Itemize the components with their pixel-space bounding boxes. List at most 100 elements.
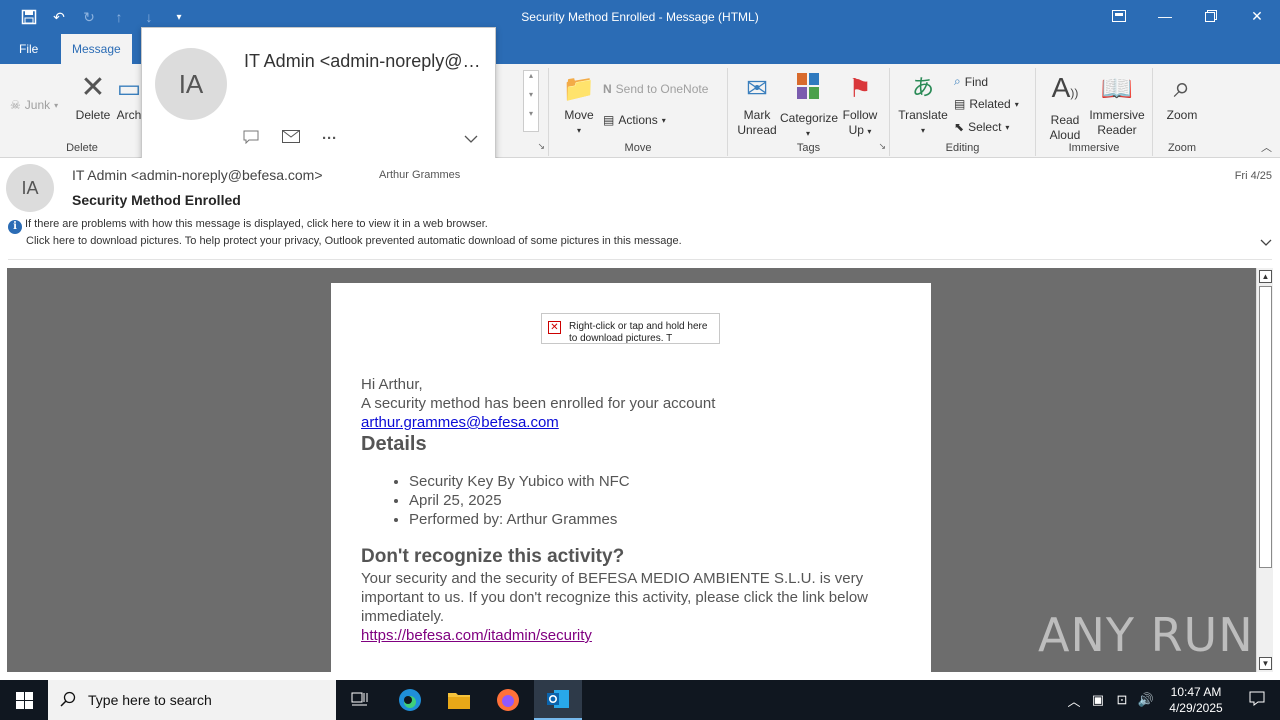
actions-button[interactable]: ▤ Actions ▾ [603,113,666,127]
more-icon[interactable]: ▾ [524,109,538,118]
zoom-group: ⌕ Zoom Zoom [1153,68,1211,156]
watermark-logo: ANY RUN [1038,608,1254,662]
junk-button[interactable]: ☠ Junk ▾ [10,98,58,112]
greeting: Hi Arthur, [361,376,423,393]
expand-card-chevron-icon[interactable] [464,130,478,147]
read-aloud-button[interactable]: A)) Read Aloud [1042,72,1088,143]
minimize-icon[interactable]: — [1142,0,1188,32]
scroll-up-icon[interactable]: ▴ [524,71,538,80]
tags-group-label: Tags [796,142,821,154]
sender-name[interactable]: IT Admin <admin-noreply@befesa.com> [72,167,323,183]
read-aloud-icon: A)) [1051,72,1079,103]
dropdown-arrow-icon: ▾ [920,126,925,135]
account-link[interactable]: arthur.grammes@befesa.com [361,414,559,431]
magnifier-icon: ⌕ [1173,71,1191,104]
show-hidden-icons-chevron-icon[interactable]: ︿ [1062,691,1086,710]
download-pictures-notice[interactable]: Click here to download pictures. To help… [8,234,682,248]
dropdown-arrow-icon: ▾ [1005,122,1010,132]
scrollbar-thumb[interactable] [1259,286,1272,568]
scroll-up-icon[interactable]: ▲ [1259,270,1272,283]
vertical-scrollbar[interactable]: ▲ ▼ [1256,268,1273,672]
send-to-onenote-button[interactable]: N Send to OneNote [603,82,708,96]
select-button[interactable]: ⬉ Select ▾ [954,120,1009,134]
move-group: 📁 Move ▾ N Send to OneNote ▤ Actions ▾ M… [549,68,728,156]
translate-icon: あ [911,75,934,100]
details-list: Security Key By Yubico with NFC April 25… [409,472,906,529]
security-link[interactable]: https://befesa.com/itadmin/security [361,627,592,644]
warning-text: Your security and the security of BEFESA… [361,570,868,625]
junk-icon: ☠ [10,98,21,112]
warning-heading: Don't recognize this activity? [361,546,625,567]
outlook-icon[interactable] [534,680,582,720]
email-icon[interactable] [282,130,300,147]
zoom-button[interactable]: ⌕ Zoom [1159,72,1205,123]
translate-button[interactable]: あ Translate ▾ [896,72,950,138]
move-button[interactable]: 📁 Move ▾ [559,72,599,138]
scroll-down-icon[interactable]: ▼ [1259,657,1272,670]
windows-start-icon[interactable] [0,680,48,720]
system-tray: ︿ ▣ ⊡ 🔊 10:47 AM 4/29/2025 [1062,680,1280,720]
expand-header-chevron-icon[interactable] [1260,234,1272,250]
follow-up-button[interactable]: ⚑ Follow Up ▾ [838,72,882,139]
select-cursor-icon: ⬉ [954,120,965,134]
immersive-reader-button[interactable]: 📖 Immersive Reader [1088,72,1146,138]
editing-group: あ Translate ▾ ⌕ Find ▤ Related ▾ ⬉ Selec… [890,68,1036,156]
ribbon-display-options-icon[interactable] [1096,0,1142,32]
tags-launcher-icon[interactable]: ↘ [878,141,886,152]
window-controls: — ✕ [1096,0,1280,32]
tab-file[interactable]: File [8,34,49,64]
infobar[interactable]: i If there are problems with how this mes… [8,217,682,248]
quick-steps-scroll[interactable]: ▴ ▾ ▾ [523,70,539,132]
tab-message[interactable]: Message [61,34,132,64]
quick-steps-launcher-icon[interactable]: ↘ [537,141,545,152]
categorize-button[interactable]: Categorize ▾ [780,72,838,141]
immersive-group: A)) Read Aloud 📖 Immersive Reader Immers… [1036,68,1153,156]
list-item: Performed by: Arthur Grammes [409,510,906,529]
taskbar: Type here to search ︿ ▣ ⊡ 🔊 10:47 AM 4/2… [0,680,1280,720]
archive-button[interactable]: ▭ Arch [115,72,143,123]
close-icon[interactable]: ✕ [1234,0,1280,32]
find-button[interactable]: ⌕ Find [954,74,988,89]
zoom-group-label: Zoom [1167,142,1197,154]
message-header: IA IT Admin <admin-noreply@befesa.com> A… [0,158,1280,262]
contact-card-popup: IA IT Admin <admin-noreply@befesa.com> ·… [141,27,496,162]
firefox-icon[interactable] [484,680,532,720]
broken-image-icon: ✕ [548,321,561,334]
recipient[interactable]: Arthur Grammes [379,169,460,181]
collapse-ribbon-icon[interactable]: ︿ [1261,139,1272,155]
email-page: ✕ Right-click or tap and hold here to do… [331,283,931,672]
network-icon[interactable]: ⊡ [1110,692,1134,708]
immersive-group-label: Immersive [1068,142,1120,154]
sender-avatar[interactable]: IA [6,164,54,212]
immersive-reader-icon: 📖 [1100,73,1134,103]
contact-avatar: IA [155,48,227,120]
search-icon [60,691,76,710]
file-explorer-icon[interactable] [435,680,483,720]
categorize-icon [780,72,836,107]
window-title: Security Method Enrolled - Message (HTML… [521,10,759,24]
clock[interactable]: 10:47 AM 4/29/2025 [1158,684,1234,716]
related-button[interactable]: ▤ Related ▾ [954,97,1019,111]
scroll-down-icon[interactable]: ▾ [524,90,538,99]
dropdown-arrow-icon: ▾ [1014,99,1019,109]
volume-icon[interactable]: 🔊 [1134,692,1158,708]
delete-button[interactable]: ✕ Delete [72,72,114,123]
editing-group-label: Editing [945,142,980,154]
edge-browser-icon[interactable] [386,680,434,720]
message-subject: Security Method Enrolled [72,192,241,208]
dropdown-arrow-icon: ▾ [661,115,666,125]
restore-icon[interactable] [1188,0,1234,32]
more-options-icon[interactable]: ··· [322,130,337,147]
dropdown-arrow-icon: ▾ [576,126,581,135]
chat-icon[interactable] [243,130,259,148]
device-icon[interactable]: ▣ [1086,692,1110,708]
envelope-unread-icon: ✉ [746,73,768,103]
task-view-icon[interactable] [336,680,384,720]
info-icon: i [8,220,22,234]
mark-unread-button[interactable]: ✉ Mark Unread [732,72,782,138]
notifications-icon[interactable] [1234,691,1280,709]
taskbar-search-box[interactable]: Type here to search [48,680,336,720]
related-icon: ▤ [954,97,966,111]
email-content: Hi Arthur, A security method has been en… [361,375,906,645]
blocked-image-placeholder[interactable]: ✕ Right-click or tap and hold here to do… [541,313,720,344]
